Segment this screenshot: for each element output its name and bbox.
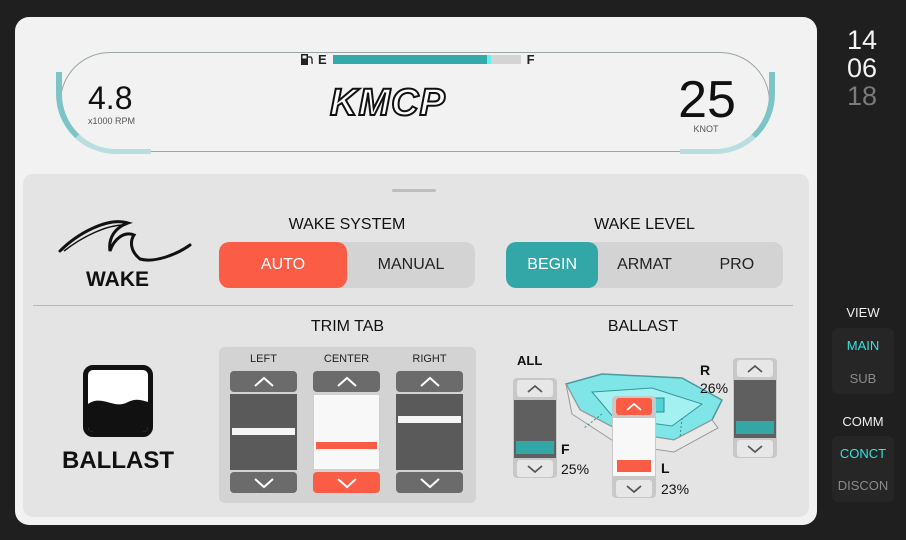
ballast-left-percent: 23% [661, 481, 690, 497]
trim-center-label: CENTER [323, 353, 370, 365]
trim-left-level-line [232, 428, 295, 435]
chevron-up-icon [419, 376, 440, 387]
chevron-up-icon [253, 376, 274, 387]
ballast-all-label: ALL [517, 353, 543, 368]
ballast-front-name: F [561, 441, 570, 457]
chevron-down-icon [336, 477, 357, 488]
wake-label: WAKE [86, 268, 149, 291]
chevron-down-icon [626, 484, 642, 493]
view-label: VIEW [846, 305, 880, 320]
ballast-right-indicator [734, 380, 776, 438]
chevron-up-icon [747, 364, 763, 373]
chevron-up-icon [527, 384, 543, 393]
trim-right-down-button[interactable] [396, 472, 463, 493]
ballast-right-up-button[interactable] [737, 360, 773, 377]
ballast-front-up-button[interactable] [517, 380, 553, 397]
trim-right-level-line [398, 416, 461, 423]
chevron-down-icon [419, 477, 440, 488]
trim-left-up-button[interactable] [230, 371, 297, 392]
trim-tab-title: TRIM TAB [310, 318, 385, 335]
wake-system-selector: AUTO MANUAL [219, 242, 475, 288]
fuel-full-label: F [526, 52, 535, 67]
comm-disconnect-button[interactable]: DISCON [832, 478, 894, 493]
ballast-left-indicator [613, 418, 655, 476]
comm-connect-button[interactable]: CONCT [832, 446, 894, 461]
speed-value: 25 [678, 71, 736, 129]
ballast-left-up-button[interactable] [616, 398, 652, 415]
trim-left-label: LEFT [250, 353, 277, 365]
wake-level-armat-button[interactable]: ARMAT [598, 242, 690, 288]
fuel-pump-icon [301, 54, 313, 65]
ballast-left-level-fill [617, 460, 651, 472]
chevron-down-icon [747, 444, 763, 453]
fuel-level-bar [332, 55, 521, 64]
wake-level-title: WAKE LEVEL [594, 216, 695, 233]
ballast-right-down-button[interactable] [737, 440, 773, 457]
clock-second: 18 [846, 81, 878, 111]
ballast-title: BALLAST [607, 318, 679, 335]
chevron-down-icon [253, 477, 274, 488]
fuel-level-marker [486, 55, 491, 64]
chevron-up-icon [336, 376, 357, 387]
ballast-right-name: R [700, 362, 711, 378]
trim-center-level-line [316, 442, 377, 449]
rpm-value: 4.8 [88, 80, 133, 116]
trim-left-indicator [230, 394, 297, 470]
trim-right-up-button[interactable] [396, 371, 463, 392]
section-divider [33, 305, 793, 306]
trim-right-indicator [396, 394, 463, 470]
speed-unit: KNOT [693, 124, 719, 134]
ballast-tank-icon [83, 365, 153, 437]
trim-center-down-button[interactable] [313, 472, 380, 493]
ballast-left-name: L [661, 460, 670, 476]
ballast-left-down-button[interactable] [616, 480, 652, 497]
ballast-front-percent: 25% [561, 461, 590, 477]
wake-system-auto-button[interactable]: AUTO [219, 242, 347, 288]
ballast-water-icon [88, 399, 148, 432]
wake-level-begin-button[interactable]: BEGIN [506, 242, 599, 288]
clock-minute: 06 [846, 53, 878, 83]
view-sub-button[interactable]: SUB [832, 371, 894, 386]
fuel-empty-label: E [318, 52, 327, 67]
ballast-right-level-fill [736, 421, 774, 434]
comm-label: COMM [842, 414, 884, 429]
ballast-right-percent: 26% [700, 380, 729, 396]
ballast-front-indicator [514, 400, 556, 458]
wake-logo-icon [58, 220, 192, 262]
wake-system-title: WAKE SYSTEM [288, 216, 406, 233]
wake-level-selector: BEGIN ARMAT PRO [506, 242, 783, 288]
view-main-button[interactable]: MAIN [832, 338, 894, 353]
clock-hour: 14 [846, 25, 878, 55]
fuel-gauge: E F [300, 52, 535, 67]
wake-level-pro-button[interactable]: PRO [691, 242, 783, 288]
ballast-front-down-button[interactable] [517, 460, 553, 477]
fuel-level-fill [332, 55, 491, 64]
drawer-handle[interactable] [392, 189, 436, 192]
trim-center-up-button[interactable] [313, 371, 380, 392]
wake-system-manual-button[interactable]: MANUAL [347, 242, 475, 288]
trim-right-label: RIGHT [412, 353, 447, 365]
trim-center-indicator [313, 394, 380, 470]
chevron-down-icon [527, 464, 543, 473]
ballast-front-level-fill [516, 441, 554, 454]
ballast-label: BALLAST [62, 447, 174, 474]
chevron-up-icon [626, 402, 642, 411]
rpm-unit: x1000 RPM [88, 116, 136, 126]
brand-logo: KMCP [329, 81, 446, 125]
trim-left-down-button[interactable] [230, 472, 297, 493]
